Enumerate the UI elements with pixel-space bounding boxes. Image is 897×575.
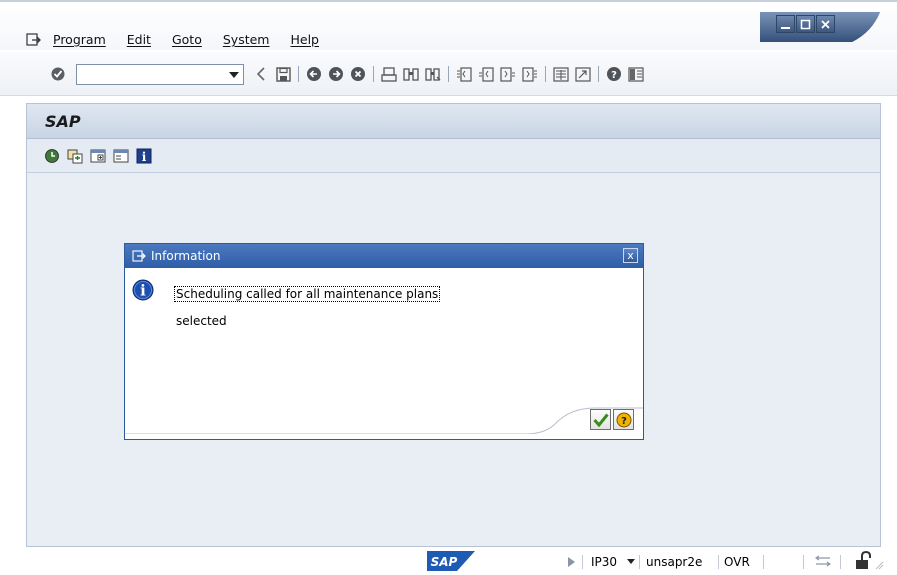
svg-text:i: i [140,282,146,300]
back-arrow-icon[interactable] [252,65,270,83]
toolbar-separator [598,66,599,82]
dialog-title-bar: Information x [125,244,643,268]
status-separator [803,555,804,569]
status-separator [763,555,764,569]
help-button[interactable]: ? [613,409,634,430]
system-toolbar: ? [0,52,897,96]
layout-menu-icon[interactable] [627,65,645,83]
panel-title-bar: SAP [27,104,880,139]
status-separator [582,555,583,569]
find-icon[interactable] [402,65,420,83]
menu-goto[interactable]: Goto [172,32,202,47]
menu-edit[interactable]: Edit [127,32,151,47]
system-dropdown-icon[interactable] [627,559,635,564]
help-icon: ? [616,412,631,427]
message-line-2: selected [176,314,227,328]
dialog-title: Information [151,249,221,263]
sap-logo: SAP [427,551,475,571]
print-icon[interactable] [380,65,398,83]
toolbar-separator [545,66,546,82]
system-name: IP30 [591,555,618,569]
dialog-body: i Scheduling called for all maintenance … [125,268,643,439]
dialog-menu-icon[interactable] [132,249,147,263]
next-page-icon[interactable] [499,65,517,83]
toolbar-separator [448,66,449,82]
sap-logo-text: SAP [431,555,458,569]
menu-program[interactable]: Program [53,32,106,47]
previous-page-icon[interactable] [477,65,495,83]
cancel-icon[interactable] [349,65,367,83]
command-dropdown-icon[interactable] [229,72,239,78]
close-window-button[interactable] [816,15,835,33]
shortcut-icon[interactable] [574,65,592,83]
new-window-icon[interactable] [89,147,106,164]
svg-text:i: i [141,150,146,164]
information-icon: i [132,279,154,301]
application-toolbar: i [27,139,880,173]
execute-icon[interactable] [43,147,60,164]
enter-check-icon[interactable] [51,67,65,81]
message-line-1: Scheduling called for all maintenance pl… [174,286,441,302]
menu-help[interactable]: Help [290,32,319,47]
svg-text:?: ? [621,416,627,427]
menu-system[interactable]: System [223,32,270,47]
maximize-button[interactable] [796,15,815,33]
svg-text:?: ? [611,70,617,81]
host-name: unsapr2e [646,555,703,569]
close-icon [821,19,830,29]
maximize-icon [800,19,811,29]
last-page-icon[interactable] [521,65,539,83]
information-dialog: Information x i Scheduling called for al… [124,243,644,440]
checkmark-icon [592,413,609,427]
connection-icon[interactable] [814,554,832,571]
dialog-close-button[interactable]: x [623,248,638,263]
insert-mode[interactable]: OVR [724,555,750,569]
menu-window-icon[interactable] [26,32,42,47]
info-icon[interactable]: i [135,147,152,164]
title-bar: Program Edit Goto System Help [0,0,897,50]
find-next-icon[interactable] [424,65,442,83]
page-title: SAP [45,111,81,131]
window-controls [760,12,897,46]
first-page-icon[interactable] [455,65,473,83]
status-separator [718,555,719,569]
back-icon[interactable] [305,65,323,83]
command-field[interactable] [76,64,244,85]
lock-icon[interactable] [854,550,884,574]
dialog-footer-line [125,407,643,434]
minimize-icon [781,26,790,29]
status-bar: SAP IP30 unsapr2e OVR [0,547,897,575]
list-icon[interactable] [112,147,129,164]
copy-icon[interactable] [66,147,83,164]
confirm-button[interactable] [590,409,611,430]
status-separator [639,555,640,569]
exit-icon[interactable] [327,65,345,83]
status-separator [840,555,841,569]
help-icon[interactable]: ? [605,65,623,83]
minimize-button[interactable] [776,15,795,33]
toolbar-separator [298,66,299,82]
menu-bar: Program Edit Goto System Help [26,32,340,47]
toolbar-separator [373,66,374,82]
save-icon[interactable] [274,65,292,83]
create-session-icon[interactable] [552,65,570,83]
status-expand-icon[interactable] [568,557,575,567]
